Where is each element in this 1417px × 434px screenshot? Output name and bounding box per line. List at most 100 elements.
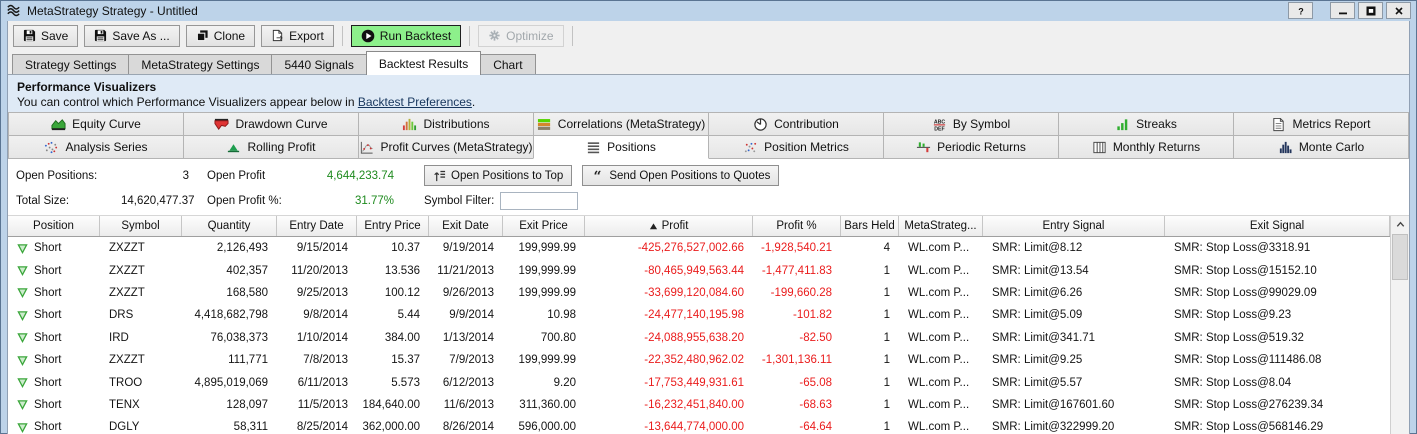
tab-5440-signals[interactable]: 5440 Signals (271, 54, 366, 74)
cell-value: 11/21/2013 (437, 265, 494, 277)
column-header-profit-pct[interactable]: Profit % (753, 216, 841, 236)
cell-profit-pct: -199,660.28 (753, 287, 841, 299)
cell-value: WL.com P... (908, 421, 969, 433)
clone-button[interactable]: Clone (186, 25, 255, 47)
table-row[interactable]: ShortDRS4,418,682,7989/8/20145.449/9/201… (8, 304, 1390, 326)
visualizer-tab-positions[interactable]: Positions (533, 135, 709, 159)
visualizer-tab-rolling-profit[interactable]: Rolling Profit (183, 135, 359, 159)
maximize-button[interactable] (1358, 2, 1383, 19)
tab-strategy-settings[interactable]: Strategy Settings (12, 54, 129, 74)
cell-value: 1/13/2014 (443, 332, 494, 344)
visualizer-tab-correlations-metastrategy[interactable]: Correlations (MetaStrategy) (533, 112, 709, 136)
cell-value: 4 (884, 242, 890, 254)
column-header-exit-signal[interactable]: Exit Signal (1165, 216, 1390, 236)
visualizer-tab-analysis-series[interactable]: Analysis Series (8, 135, 184, 159)
table-row[interactable]: ShortTROO4,895,019,0696/11/20135.5736/12… (8, 371, 1390, 393)
cell-value: -65.08 (799, 377, 832, 389)
tab-metastrategy-settings[interactable]: MetaStrategy Settings (128, 54, 272, 74)
cell-quantity: 402,357 (182, 265, 277, 277)
column-header-exit-date[interactable]: Exit Date (429, 216, 503, 236)
cell-entry-date: 8/25/2014 (277, 421, 357, 433)
column-header-entry-signal[interactable]: Entry Signal (983, 216, 1165, 236)
visualizer-tab-distributions[interactable]: Distributions (358, 112, 534, 136)
cell-bars-held: 1 (841, 399, 899, 411)
cell-exit-price: 199,999.99 (503, 242, 585, 254)
cell-bars-held: 1 (841, 354, 899, 366)
table-row[interactable]: ShortTENX128,09711/5/2013184,640.0011/6/… (8, 394, 1390, 416)
tab-chart[interactable]: Chart (480, 54, 535, 74)
cell-value: 1 (884, 287, 890, 299)
button-label: Export (289, 29, 324, 43)
cell-profit: -17,753,449,931.61 (585, 377, 753, 389)
cell-value: 15.37 (391, 354, 420, 366)
column-header-entry-price[interactable]: Entry Price (357, 216, 429, 236)
table-row[interactable]: ShortZXZZT402,35711/20/201313.53611/21/2… (8, 259, 1390, 281)
visualizer-tab-drawdown-curve[interactable]: Drawdown Curve (183, 112, 359, 136)
column-header-entry-date[interactable]: Entry Date (277, 216, 357, 236)
optimize-button[interactable]: Optimize (478, 25, 563, 47)
visualizer-tab-equity-curve[interactable]: Equity Curve (8, 112, 184, 136)
button-label: Clone (214, 29, 245, 43)
close-icon (1394, 6, 1404, 16)
cell-quantity: 76,038,373 (182, 332, 277, 344)
cell-exit-signal: SMR: Stop Loss@111486.08 (1165, 354, 1390, 366)
visualizer-tab-monthly-returns[interactable]: Monthly Returns (1058, 135, 1234, 159)
cell-value: 9/26/2013 (443, 287, 494, 299)
table-row[interactable]: ShortZXZZT2,126,4939/15/201410.379/19/20… (8, 237, 1390, 259)
table-row[interactable]: ShortIRD76,038,3731/10/2014384.001/13/20… (8, 327, 1390, 349)
table-row[interactable]: ShortDGLY58,3118/25/2014362,000.008/26/2… (8, 416, 1390, 434)
cell-profit-pct: -101.82 (753, 309, 841, 321)
symbol-filter-input[interactable] (500, 192, 578, 210)
cell-value: 7/8/2013 (303, 354, 348, 366)
cell-exit-price: 311,360.00 (503, 399, 585, 411)
export-button[interactable]: Export (261, 25, 334, 47)
rolling-profit-icon (226, 140, 241, 155)
column-header-metastrategy[interactable]: MetaStrateg... (899, 216, 983, 236)
tab-backtest-results[interactable]: Backtest Results (366, 51, 481, 75)
cell-value: 9/19/2014 (443, 242, 494, 254)
cell-value: WL.com P... (908, 309, 969, 321)
cell-entry-signal: SMR: Limit@322999.20 (983, 421, 1165, 433)
visualizer-tab-periodic-returns[interactable]: Periodic Returns (883, 135, 1059, 159)
column-header-position[interactable]: Position (8, 216, 100, 236)
table-row[interactable]: ShortZXZZT111,7717/8/201315.377/9/201319… (8, 349, 1390, 371)
send-open-positions-to-quotes-button[interactable]: “Send Open Positions to Quotes (582, 165, 779, 186)
cell-entry-price: 5.44 (357, 309, 429, 321)
table-row[interactable]: ShortZXZZT168,5809/25/2013100.129/26/201… (8, 282, 1390, 304)
open-positions-to-top-button[interactable]: Open Positions to Top (424, 165, 572, 186)
column-header-label: MetaStrateg... (904, 220, 976, 232)
visualizer-tab-by-symbol[interactable]: ABCDEFBy Symbol (883, 112, 1059, 136)
visualizer-tab-position-metrics[interactable]: Position Metrics (708, 135, 884, 159)
minimize-button[interactable] (1330, 2, 1355, 19)
vertical-scrollbar[interactable] (1390, 216, 1409, 434)
help-button[interactable]: ? (1288, 2, 1313, 19)
svg-text:“: “ (594, 169, 602, 182)
cell-value: Short (34, 399, 62, 411)
visualizer-tab-profit-curves-metastrategy[interactable]: Profit Curves (MetaStrategy) (358, 135, 534, 159)
equity-curve-icon (51, 117, 66, 132)
close-button[interactable] (1386, 2, 1411, 19)
scroll-up-button[interactable] (1391, 216, 1409, 233)
save-as-button[interactable]: Save As ... (84, 25, 179, 47)
scrollbar-thumb[interactable] (1392, 234, 1408, 280)
visualizer-tab-contribution[interactable]: Contribution (708, 112, 884, 136)
cell-value: 6/12/2013 (443, 377, 494, 389)
column-header-bars-held[interactable]: Bars Held (841, 216, 899, 236)
visualizer-tab-metrics-report[interactable]: Metrics Report (1233, 112, 1409, 136)
cell-value: Short (34, 377, 62, 389)
backtest-preferences-link[interactable]: Backtest Preferences (358, 95, 472, 109)
main-tab-strip: Strategy SettingsMetaStrategy Settings54… (8, 50, 1409, 75)
column-header-profit[interactable]: Profit (585, 216, 753, 236)
cell-exit-signal: SMR: Stop Loss@99029.09 (1165, 287, 1390, 299)
column-header-quantity[interactable]: Quantity (182, 216, 277, 236)
cell-entry-date: 11/5/2013 (277, 399, 357, 411)
column-header-exit-price[interactable]: Exit Price (503, 216, 585, 236)
run-backtest-button[interactable]: Run Backtest (351, 25, 461, 47)
cell-value: 10.37 (391, 242, 420, 254)
visualizer-tab-monte-carlo[interactable]: Monte Carlo (1233, 135, 1409, 159)
visualizer-tab-streaks[interactable]: Streaks (1058, 112, 1234, 136)
cell-value: 362,000.00 (362, 421, 420, 433)
column-header-symbol[interactable]: Symbol (100, 216, 182, 236)
save-button[interactable]: Save (13, 25, 78, 47)
cell-exit-price: 9.20 (503, 377, 585, 389)
